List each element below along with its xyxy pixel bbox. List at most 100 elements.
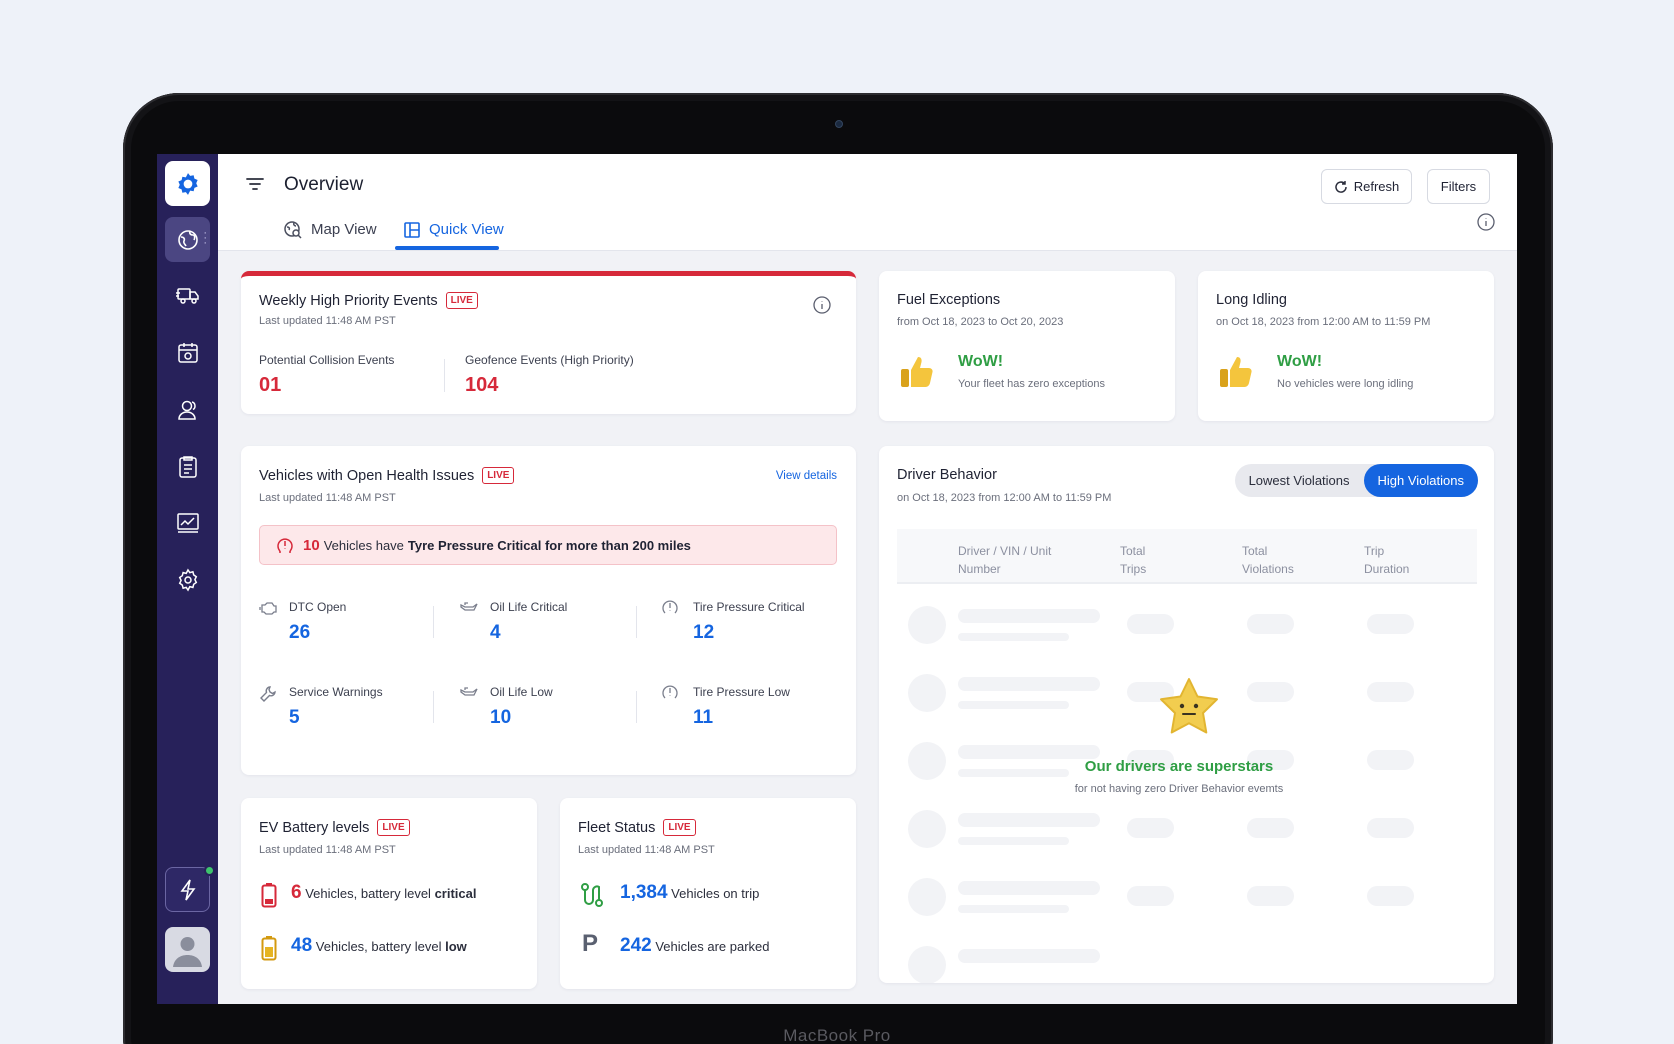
refresh-icon (1335, 180, 1347, 193)
avatar[interactable] (165, 927, 210, 972)
refresh-button[interactable]: Refresh (1321, 169, 1412, 204)
sidebar-item-settings[interactable] (165, 557, 210, 602)
collision-value: 01 (259, 374, 282, 396)
long-idling-card: Long Idling on Oct 18, 2023 from 12:00 A… (1198, 271, 1494, 421)
health-issues-card: Vehicles with Open Health Issues LIVE Las… (241, 446, 856, 775)
tire-pressure-icon (662, 685, 678, 699)
service-warnings-label: Service Warnings (289, 685, 383, 699)
alert-emphasis: Tyre Pressure Critical for more than 200… (407, 537, 691, 553)
fleet-trip-value: 1,384 (620, 882, 668, 903)
fleet-parked-text: Vehicles are parked (655, 939, 770, 954)
oil-life-low-label: Oil Life Low (490, 685, 553, 699)
sidebar-item-analytics[interactable] (165, 500, 210, 545)
wrench-icon (260, 686, 276, 702)
user-avatar-icon (173, 937, 202, 967)
active-tab-indicator (395, 246, 499, 250)
thumbs-up-icon (1220, 357, 1252, 387)
sidebar-item-globe[interactable]: · · · (165, 217, 210, 262)
ev-title-text: EV Battery levels (259, 820, 370, 836)
sidebar: · · · (157, 154, 218, 1004)
device-brand: MacBook Pro (783, 1026, 891, 1044)
battery-low-icon (261, 936, 277, 961)
parking-icon: P (582, 930, 599, 957)
tab-quick-view-label: Quick View (429, 221, 504, 238)
sidebar-item-schedule[interactable] (165, 330, 210, 375)
info-icon[interactable] (1476, 212, 1496, 232)
idling-date-range: on Oct 18, 2023 from 12:00 AM to 11:59 P… (1216, 316, 1431, 328)
info-icon[interactable] (812, 295, 832, 315)
tire-pressure-low-value: 11 (693, 707, 714, 728)
fleet-updated: Last updated 11:48 AM PST (578, 844, 715, 856)
ev-low-text: Vehicles, battery level (315, 939, 442, 954)
tab-map-view-label: Map View (311, 221, 377, 238)
fuel-exceptions-card: Fuel Exceptions from Oct 18, 2023 to Oct… (879, 271, 1175, 421)
ev-title: EV Battery levels LIVE (259, 819, 410, 836)
refresh-label: Refresh (1353, 179, 1400, 194)
ev-battery-card: EV Battery levels LIVE Last updated 11:48… (241, 798, 537, 989)
bolt-icon (179, 879, 196, 900)
idling-title: Long Idling (1216, 292, 1287, 308)
idling-message: No vehicles were long idling (1277, 378, 1414, 390)
tire-alert-icon (277, 538, 293, 553)
column-trip-duration: Trip Duration (1364, 544, 1410, 576)
ev-low-value: 48 (291, 935, 313, 956)
driver-date-range: on Oct 18, 2023 from 12:00 AM to 11:59 P… (897, 492, 1112, 504)
high-violations-button[interactable]: High Violations (1363, 464, 1478, 497)
tab-map-view[interactable]: Map View (283, 208, 377, 251)
thumbs-up-icon (901, 357, 933, 387)
divider (636, 691, 637, 723)
star-mascot-icon (1160, 678, 1218, 734)
online-status-dot (204, 865, 215, 876)
dtc-open-label: DTC Open (289, 600, 347, 614)
column-total-violations: Total Violations (1242, 544, 1294, 576)
alert-count: 10 (303, 536, 320, 554)
ev-low-row: 48 Vehicles, battery level low (291, 935, 467, 957)
alert-text: Vehicles have (323, 537, 404, 553)
column-total-trips: Total Trips (1120, 544, 1147, 576)
driver-behavior-card: Driver Behavior on Oct 18, 2023 from 12:… (879, 446, 1494, 983)
fuel-message: Your fleet has zero exceptions (958, 378, 1105, 390)
health-title: Vehicles with Open Health Issues LIVE (259, 467, 515, 484)
settings-icon (178, 568, 197, 591)
analytics-icon (176, 512, 199, 533)
fleet-trip-text: Vehicles on trip (671, 886, 760, 901)
grid-layout-icon (404, 221, 420, 238)
view-details-link[interactable]: View details (776, 470, 837, 482)
app-logo-icon[interactable] (165, 161, 210, 206)
divider (444, 359, 445, 392)
tab-quick-view[interactable]: Quick View (403, 208, 504, 251)
oil-life-low-value: 10 (490, 707, 512, 728)
weekly-title-text: Weekly High Priority Events (259, 293, 438, 309)
health-title-text: Vehicles with Open Health Issues (259, 468, 475, 484)
idling-wow: WoW! (1277, 353, 1323, 370)
sidebar-item-drivers[interactable] (165, 387, 210, 432)
collision-label: Potential Collision Events (259, 353, 395, 367)
lowest-violations-button[interactable]: Lowest Violations (1235, 464, 1364, 497)
sidebar-item-vehicles[interactable] (165, 273, 210, 318)
sidebar-item-reports[interactable] (165, 444, 210, 489)
fleet-parked-value: 242 (620, 935, 652, 956)
battery-critical-icon (261, 883, 277, 908)
weekly-events-card: Weekly High Priority Events LIVE Last upd… (241, 271, 856, 414)
fleet-title: Fleet Status LIVE (578, 819, 696, 836)
oil-can-icon (460, 687, 478, 696)
live-badge: LIVE (663, 819, 696, 836)
weekly-title: Weekly High Priority Events LIVE (259, 292, 478, 309)
fleet-title-text: Fleet Status (578, 820, 656, 836)
ev-critical-level: critical (434, 886, 477, 901)
divider (433, 691, 434, 723)
violations-toggle: Lowest Violations High Violations (1234, 464, 1478, 497)
calendar-icon (177, 342, 198, 363)
app-screen: · · · Overview Refresh Filters Map View … (157, 154, 1517, 1004)
filter-menu-icon[interactable] (246, 176, 264, 192)
fleet-status-card: Fleet Status LIVE Last updated 11:48 AM P… (560, 798, 856, 989)
filters-button[interactable]: Filters (1427, 169, 1490, 204)
divider (636, 606, 637, 638)
service-warnings-value: 5 (289, 707, 300, 728)
oil-life-critical-label: Oil Life Critical (490, 600, 568, 614)
camera-icon (835, 120, 843, 128)
ev-low-level: low (445, 939, 467, 954)
sidebar-item-quick-actions[interactable] (165, 867, 210, 912)
globe-icon (177, 229, 198, 250)
live-badge: LIVE (445, 292, 478, 309)
